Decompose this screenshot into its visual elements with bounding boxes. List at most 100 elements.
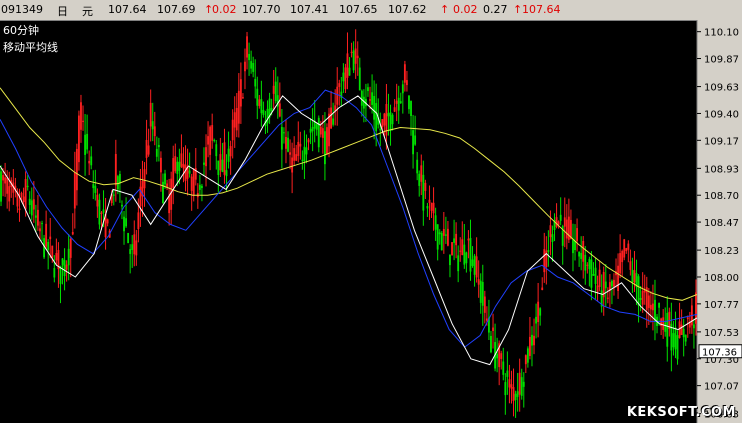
candle-body (535, 316, 537, 324)
candle-body (686, 317, 689, 320)
candle-body (631, 269, 634, 283)
candle-body (219, 154, 222, 171)
candle-body (37, 209, 39, 226)
candle-body (227, 148, 230, 162)
candle-body (461, 239, 464, 256)
ma-line-yellow (0, 87, 698, 301)
candle-body (67, 248, 70, 266)
candle-body (4, 177, 7, 184)
candle-body (637, 276, 640, 306)
quote-code: 091349 (1, 3, 43, 16)
chart-period-label: 60分钟 (3, 24, 39, 37)
candle-body (237, 90, 240, 124)
candle-body (350, 51, 353, 53)
candle-body (321, 128, 324, 138)
y-tick-label: 107.53 (704, 328, 739, 339)
candle-body (389, 112, 392, 131)
candle-body (71, 232, 74, 235)
candle-body (49, 236, 52, 240)
candle-body (326, 127, 328, 155)
candle-body (432, 202, 435, 214)
candle-body (319, 126, 322, 135)
candle-body (496, 354, 499, 359)
y-tick-label: 109.63 (704, 83, 739, 94)
candle-body (342, 72, 345, 82)
candle-body (492, 327, 494, 332)
candle-body (90, 156, 93, 166)
candle-body (211, 125, 214, 141)
candle-body (73, 172, 76, 209)
candle-body (557, 221, 560, 225)
candle-body (205, 147, 207, 167)
candle-body (477, 279, 480, 285)
candle-body (652, 303, 654, 311)
candle-body (621, 250, 624, 263)
candle-body (184, 164, 187, 181)
candle-body (330, 107, 332, 129)
candle-body (467, 238, 470, 241)
candle-body (381, 119, 384, 128)
candle-body (22, 196, 25, 203)
candle-body (371, 92, 373, 105)
candle-body (625, 248, 628, 252)
candle-body (106, 219, 109, 224)
candle-body (256, 88, 259, 106)
candle-body (47, 241, 50, 251)
candle-body (531, 334, 533, 346)
candle-body (613, 279, 615, 287)
quote-period: 日 (57, 5, 68, 18)
candle-body (455, 233, 458, 246)
candle-body (426, 206, 429, 209)
candle-body (182, 163, 185, 169)
quote-v4: 107.41 (290, 3, 329, 16)
candle-body (586, 264, 589, 266)
candle-body (317, 117, 320, 148)
candle-body (346, 53, 349, 78)
candle-body (84, 134, 86, 155)
candle-body (541, 287, 544, 290)
candle-body (26, 185, 29, 188)
candle-body (283, 132, 285, 134)
candle-body (190, 176, 193, 191)
candle-body (680, 324, 683, 335)
candle-body (641, 290, 644, 305)
candle-body (129, 249, 132, 254)
candle-body (147, 145, 150, 155)
candle-body (61, 258, 64, 266)
candle-body (408, 95, 410, 110)
candle-body (20, 192, 23, 197)
candle-body (289, 152, 291, 155)
candle-body (137, 212, 140, 230)
candle-body (143, 169, 146, 189)
candle-body (594, 267, 597, 284)
quote-v2: 107.69 (157, 3, 196, 16)
candle-body (41, 223, 43, 225)
candle-body (280, 126, 283, 150)
y-tick-label: 107.77 (704, 300, 739, 311)
candle-body (305, 147, 308, 155)
watermark-logo: KEKSOFT.COM (626, 405, 736, 420)
quote-v5: 107.65 (339, 3, 378, 16)
candle-body (588, 259, 591, 270)
candle-body (543, 249, 546, 273)
candle-body (336, 86, 339, 105)
candle-body (434, 215, 437, 230)
candle-body (88, 160, 91, 164)
candle-body (209, 126, 212, 155)
candle-body (572, 239, 574, 254)
candle-body (39, 228, 41, 232)
quote-last-arrow: ↑ (513, 3, 523, 16)
candle-body (444, 234, 447, 236)
candle-body (28, 198, 31, 206)
candle-body (102, 209, 105, 213)
candle-body (55, 253, 58, 261)
candle-body (576, 228, 578, 242)
candle-body (123, 216, 125, 232)
quote-chg: 0.02 (212, 3, 237, 16)
candle-body (508, 379, 511, 388)
candle-body (449, 254, 451, 266)
candle-body (647, 295, 650, 308)
candle-body (207, 136, 209, 145)
candle-body (539, 308, 542, 316)
candle-body (262, 109, 265, 115)
